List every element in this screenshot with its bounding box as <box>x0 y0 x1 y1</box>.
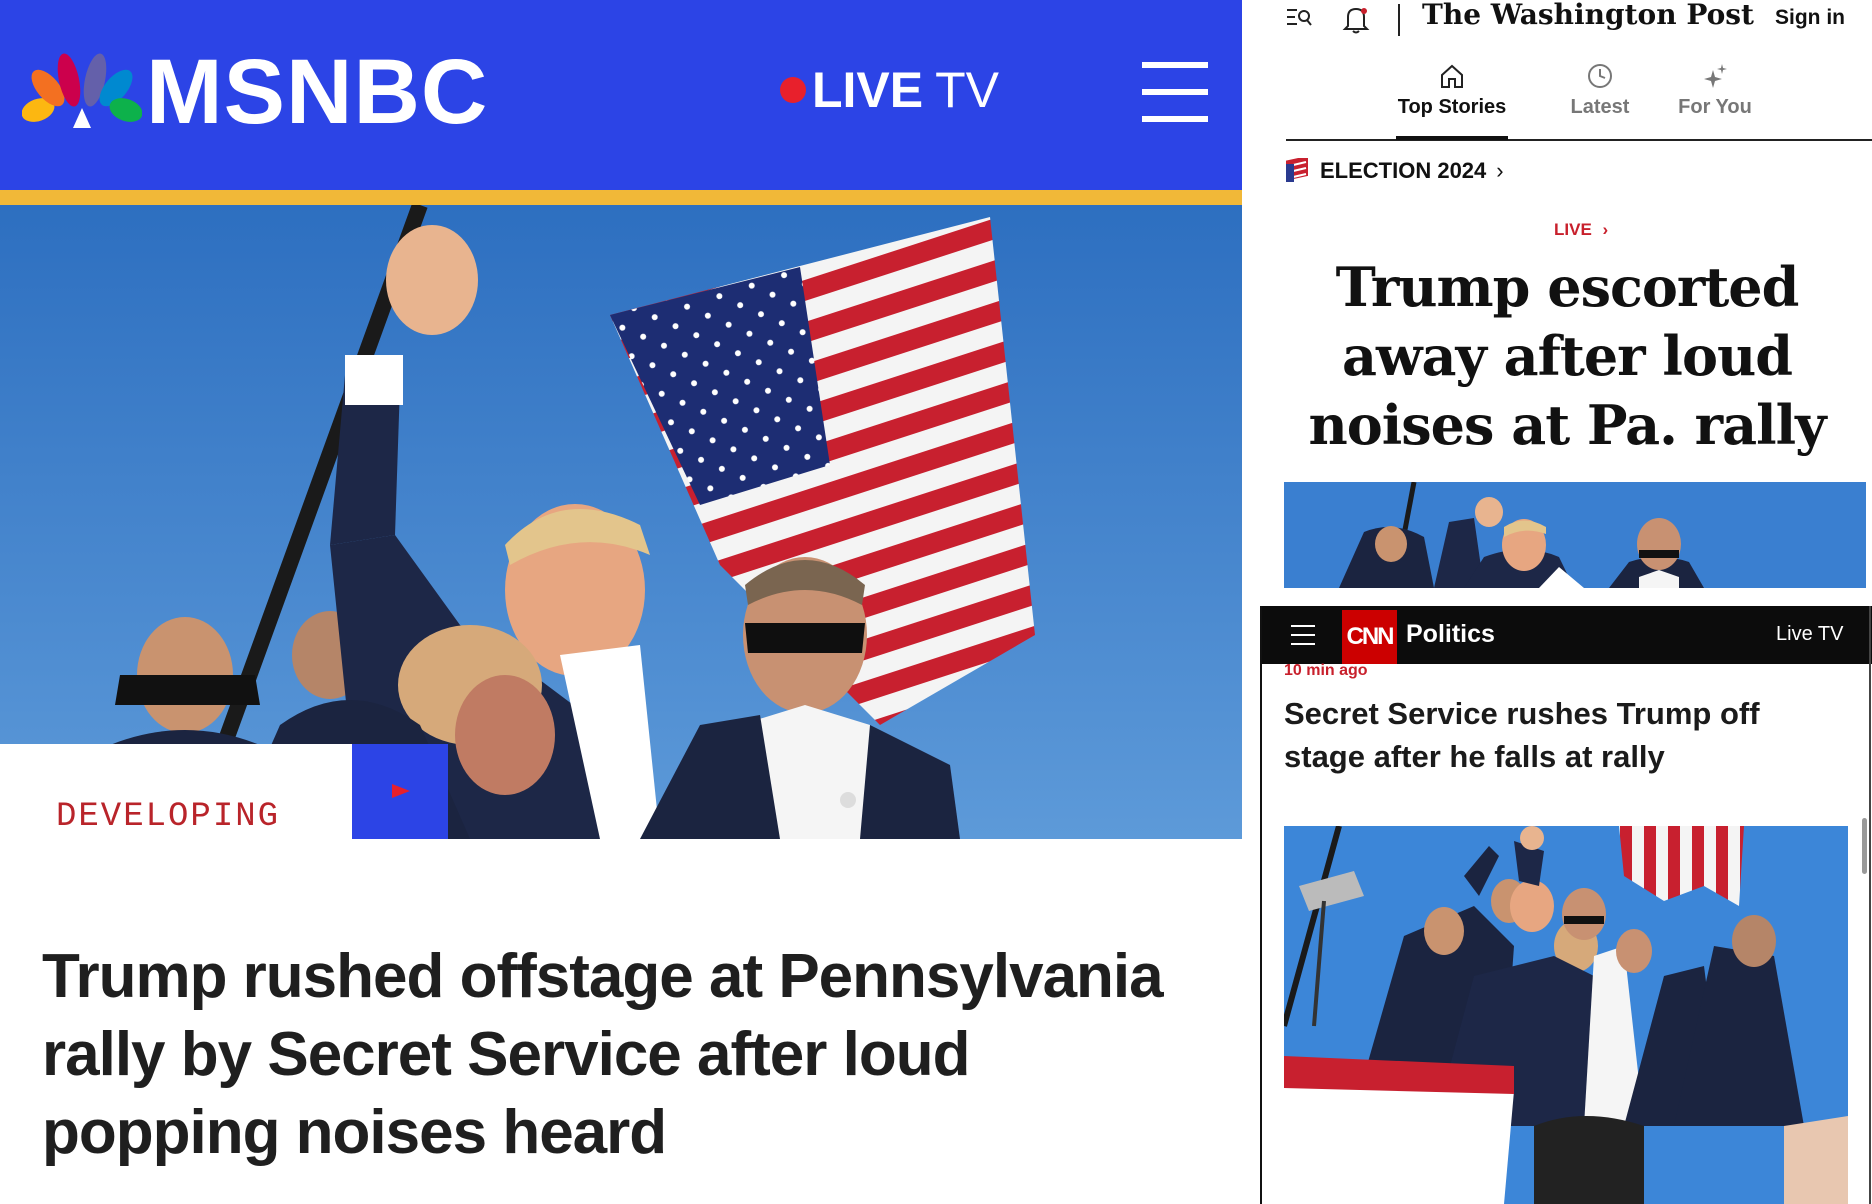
live-dot-icon <box>780 77 806 103</box>
timestamp: 10 min ago <box>1284 662 1368 679</box>
tab-for-you[interactable]: For You <box>1660 62 1770 119</box>
accent-bar <box>0 190 1242 205</box>
wapo-headline[interactable]: Trump escorted away after loud noises at… <box>1272 253 1862 460</box>
play-icon <box>392 784 410 798</box>
cnn-panel: CNN Politics Live TV 10 min ago Secret S… <box>1260 606 1872 1204</box>
tabs-divider <box>1286 139 1872 141</box>
sparkle-icon <box>1704 64 1727 88</box>
cnn-logo[interactable]: CNN <box>1342 610 1397 664</box>
sign-in-link[interactable]: Sign in <box>1775 6 1845 30</box>
tab-latest[interactable]: Latest <box>1550 62 1650 119</box>
tab-top-stories[interactable]: Top Stories <box>1392 62 1512 119</box>
wapo-logo[interactable]: The Washington Post <box>1422 0 1754 31</box>
chevron-right-icon: › <box>1602 220 1609 239</box>
live-tv-link[interactable]: Live TV <box>1776 623 1843 646</box>
live-label: LIVE <box>1554 220 1592 239</box>
msnbc-headline[interactable]: Trump rushed offstage at Pennsylvania ra… <box>42 938 1212 1172</box>
peacock-logo-icon[interactable] <box>22 52 142 130</box>
flag-icon <box>1286 158 1308 182</box>
tab-label: For You <box>1678 96 1752 118</box>
tab-label: Latest <box>1570 96 1630 118</box>
section-link-election[interactable]: ELECTION 2024 › <box>1284 158 1504 184</box>
cnn-photo[interactable] <box>1284 826 1848 1204</box>
section-title[interactable]: Politics <box>1406 620 1495 649</box>
section-label: ELECTION 2024 <box>1320 158 1487 183</box>
live-label: LIVE <box>812 62 924 118</box>
active-tab-indicator <box>1396 136 1508 140</box>
wapo-photo[interactable] <box>1284 482 1866 588</box>
cnn-headline[interactable]: Secret Service rushes Trump off stage af… <box>1284 692 1844 778</box>
hamburger-menu-icon[interactable] <box>1290 622 1316 648</box>
panel-border <box>1869 606 1871 1204</box>
chevron-right-icon: › <box>1496 158 1504 183</box>
live-link[interactable]: LIVE › <box>1554 220 1608 240</box>
divider <box>1398 4 1400 36</box>
sections-menu-icon[interactable] <box>1286 6 1312 30</box>
msnbc-wordmark[interactable]: MSNBC <box>146 42 488 142</box>
live-tv-button[interactable]: LIVE TV <box>780 60 999 120</box>
home-icon <box>1441 64 1463 88</box>
panel-border <box>1260 606 1262 1204</box>
scrollbar-thumb[interactable] <box>1862 818 1867 874</box>
wapo-panel: The Washington Post Sign in Top Stories … <box>1242 0 1872 602</box>
developing-tag: DEVELOPING <box>56 798 281 836</box>
play-video-button[interactable] <box>352 744 448 839</box>
hamburger-menu-icon[interactable] <box>1142 62 1208 122</box>
tab-label: Top Stories <box>1397 96 1507 118</box>
tv-label: TV <box>935 62 1000 118</box>
bell-icon[interactable] <box>1342 4 1370 34</box>
clock-icon <box>1588 64 1612 88</box>
msnbc-panel: MSNBC LIVE TV DEVELOPING Trump rushed of… <box>0 0 1242 1204</box>
